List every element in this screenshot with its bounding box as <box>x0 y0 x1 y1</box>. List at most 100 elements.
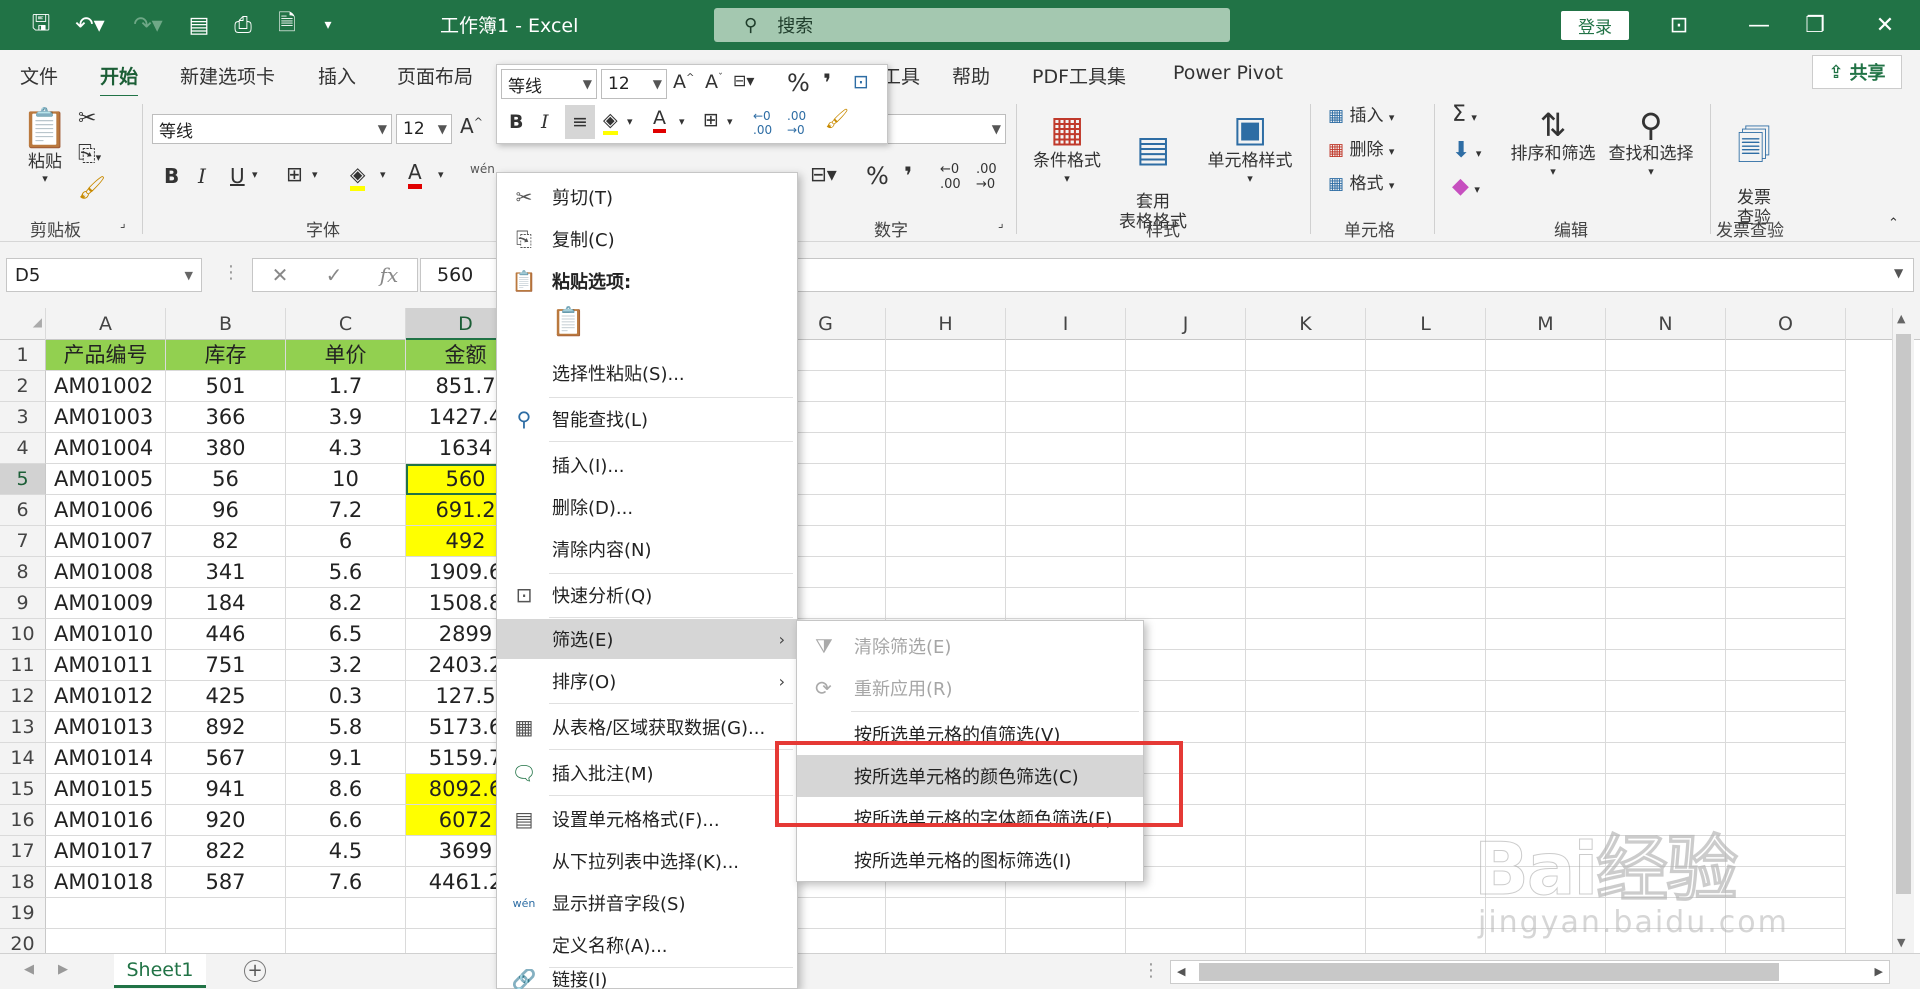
row-header[interactable]: 7 <box>0 526 46 557</box>
column-header-c[interactable]: C <box>286 308 406 340</box>
grid-cell[interactable]: 184 <box>166 588 286 619</box>
grid-cell[interactable] <box>1486 340 1606 371</box>
grid-cell[interactable] <box>1366 774 1486 805</box>
grid-cell[interactable] <box>1606 371 1726 402</box>
grid-cell[interactable] <box>1366 712 1486 743</box>
grid-cell[interactable]: 587 <box>166 867 286 898</box>
grid-cell[interactable]: 425 <box>166 681 286 712</box>
grid-cell[interactable] <box>1726 526 1846 557</box>
autosum-icon[interactable]: Σ ▾ <box>1452 102 1477 128</box>
grid-cell[interactable] <box>1126 898 1246 929</box>
grid-cell[interactable] <box>1366 650 1486 681</box>
grid-cell[interactable] <box>46 898 166 929</box>
grid-cell[interactable]: 0.3 <box>286 681 406 712</box>
mini-font-combo[interactable]: 等线 ▼ <box>501 69 597 99</box>
grid-cell[interactable] <box>1006 898 1126 929</box>
grid-cell[interactable]: 4.3 <box>286 433 406 464</box>
grid-cell[interactable] <box>1246 712 1366 743</box>
bold-icon[interactable]: B <box>164 164 179 188</box>
grid-cell[interactable] <box>1606 402 1726 433</box>
chevron-down-icon[interactable]: ▾ <box>252 168 258 181</box>
grid-cell[interactable] <box>1726 650 1846 681</box>
percent-icon[interactable]: % <box>866 162 889 190</box>
paste-values-icon[interactable]: 📋 <box>551 305 587 347</box>
grid-cell[interactable]: AM01008 <box>46 557 166 588</box>
search-input[interactable]: ⚲ 搜索 <box>714 8 1230 42</box>
grid-cell[interactable] <box>1126 867 1246 898</box>
menu-item-get-data[interactable]: ▦ 从表格/区域获取数据(G)... <box>497 707 797 747</box>
menu-item-smart-lookup[interactable]: ⚲ 智能查找(L) <box>497 399 797 439</box>
grid-cell[interactable] <box>1366 402 1486 433</box>
grid-cell[interactable] <box>1126 619 1246 650</box>
login-button[interactable]: 登录 <box>1561 11 1629 40</box>
grid-cell[interactable] <box>1126 433 1246 464</box>
fill-icon[interactable]: ⬇ ▾ <box>1452 138 1481 164</box>
column-header-j[interactable]: J <box>1126 308 1246 340</box>
grid-cell[interactable] <box>1246 371 1366 402</box>
dialog-launcher-icon[interactable]: ⌟ <box>120 216 126 230</box>
row-header[interactable]: 15 <box>0 774 46 805</box>
grid-cell[interactable] <box>166 898 286 929</box>
grid-cell[interactable] <box>1366 495 1486 526</box>
row-header[interactable]: 16 <box>0 805 46 836</box>
row-header[interactable]: 1 <box>0 340 46 371</box>
grow-font-icon[interactable]: A^ <box>460 114 483 138</box>
row-header[interactable]: 18 <box>0 867 46 898</box>
vertical-scrollbar[interactable]: ▲ ▼ <box>1892 308 1914 953</box>
grid-cell[interactable]: 56 <box>166 464 286 495</box>
grid-cell[interactable] <box>1006 588 1126 619</box>
grid-cell[interactable] <box>1006 464 1126 495</box>
fill-color-icon[interactable]: ◈ <box>350 162 366 191</box>
grid-cell[interactable]: AM01011 <box>46 650 166 681</box>
number-format-combo[interactable]: ▼ <box>880 114 1006 144</box>
row-header[interactable]: 8 <box>0 557 46 588</box>
grid-cell[interactable]: 8.2 <box>286 588 406 619</box>
grid-cell[interactable] <box>1246 433 1366 464</box>
column-title-cell[interactable]: 产品编号 <box>46 340 166 371</box>
grid-cell[interactable] <box>1126 712 1246 743</box>
add-sheet-icon[interactable]: + <box>244 960 266 982</box>
menu-item-quick-analysis[interactable]: ⊡ 快速分析(Q) <box>497 575 797 615</box>
restore-icon[interactable]: ❐ <box>1800 10 1830 40</box>
grid-cell[interactable]: AM01016 <box>46 805 166 836</box>
grid-cell[interactable] <box>1366 743 1486 774</box>
grid-cell[interactable]: 920 <box>166 805 286 836</box>
grid-cell[interactable]: 6.5 <box>286 619 406 650</box>
grid-cell[interactable] <box>1486 712 1606 743</box>
grid-cell[interactable] <box>886 402 1006 433</box>
tab-file[interactable]: 文件 <box>20 62 58 89</box>
menu-item-delete[interactable]: 删除(D)... <box>497 487 797 527</box>
grid-cell[interactable] <box>886 433 1006 464</box>
grid-cell[interactable] <box>1126 557 1246 588</box>
tab-home[interactable]: 开始 <box>100 62 139 98</box>
customize-toolbar-icon[interactable]: ▾ <box>316 10 340 40</box>
grid-cell[interactable] <box>1246 557 1366 588</box>
grid-cell[interactable] <box>1726 743 1846 774</box>
row-header[interactable]: 9 <box>0 588 46 619</box>
chevron-down-icon[interactable]: ▾ <box>679 115 685 128</box>
grid-cell[interactable] <box>886 526 1006 557</box>
menu-item-pick-list[interactable]: 从下拉列表中选择(K)... <box>497 841 797 881</box>
grid-cell[interactable] <box>1606 340 1726 371</box>
grid-cell[interactable] <box>1606 526 1726 557</box>
grid-cell[interactable] <box>1246 774 1366 805</box>
menu-item-sort[interactable]: 排序(O) › <box>497 661 797 701</box>
horizontal-scroll-thumb[interactable] <box>1199 963 1779 981</box>
grid-cell[interactable] <box>1726 495 1846 526</box>
row-header[interactable]: 5 <box>0 464 46 495</box>
format-painter-icon[interactable]: 🖌 <box>825 107 849 130</box>
grid-cell[interactable] <box>1606 743 1726 774</box>
form-icon[interactable]: ▤ <box>184 10 214 40</box>
grid-cell[interactable] <box>1366 898 1486 929</box>
grid-cell[interactable] <box>886 371 1006 402</box>
horizontal-scrollbar[interactable]: ◀ ▶ <box>1170 960 1890 984</box>
grid-cell[interactable] <box>1126 681 1246 712</box>
grid-cell[interactable]: AM01006 <box>46 495 166 526</box>
grid-cell[interactable]: 7.2 <box>286 495 406 526</box>
grid-cell[interactable]: AM01018 <box>46 867 166 898</box>
menu-item-insert[interactable]: 插入(I)... <box>497 445 797 485</box>
undo-icon[interactable]: ↶▾ <box>70 10 110 40</box>
grid-cell[interactable]: 10 <box>286 464 406 495</box>
grid-cell[interactable]: AM01013 <box>46 712 166 743</box>
phonetic-icon[interactable]: wén <box>470 162 495 176</box>
